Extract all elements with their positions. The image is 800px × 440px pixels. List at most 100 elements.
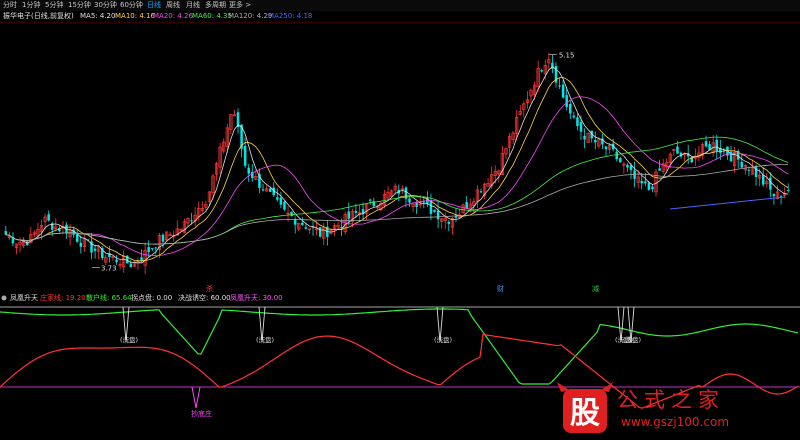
watermark-url: www.gszj100.com xyxy=(621,415,730,429)
ma-line-5 xyxy=(5,66,789,264)
candle-body xyxy=(147,247,150,252)
candle-body xyxy=(276,197,279,200)
wash-label-0: (洗盘) xyxy=(120,335,138,344)
candle-body xyxy=(579,122,583,132)
candle-body xyxy=(594,140,597,143)
candle-body xyxy=(4,231,8,235)
candle-body xyxy=(740,161,744,168)
price-chart[interactable]: 5.15 3.73 杀 财 减 xyxy=(0,22,800,293)
candle-body xyxy=(704,141,708,147)
period-tab-4[interactable]: 30分钟 xyxy=(94,1,117,10)
candle-body xyxy=(415,202,418,207)
candle-body xyxy=(754,166,758,177)
ma-line-120 xyxy=(5,163,789,245)
candle-body xyxy=(479,191,483,193)
wash-label-4: (洗盘) xyxy=(623,335,641,344)
candle-body xyxy=(268,188,272,192)
candle-body xyxy=(676,146,679,154)
period-tab-5[interactable]: 60分钟 xyxy=(120,1,143,10)
bottom-buy-spike xyxy=(191,386,201,409)
candle-body xyxy=(408,198,411,203)
low-price-label: 3.73 xyxy=(101,265,117,273)
indicator-value-4: 凤凰升天: 30.00 xyxy=(230,294,283,302)
candle-body xyxy=(151,248,154,250)
candle-body xyxy=(651,186,654,190)
candle-body xyxy=(565,95,568,107)
candle-body xyxy=(154,247,158,249)
ma-value-2: MA20: 4.26 xyxy=(153,12,193,20)
indicator-title: 凤凰升天 xyxy=(10,294,38,302)
ma-value-3: MA60: 4.35 xyxy=(192,12,232,20)
ma-value-0: MA5: 4.20 xyxy=(80,12,116,20)
ma-line-20 xyxy=(5,96,789,257)
candle-body xyxy=(47,214,50,221)
candle-body xyxy=(433,209,436,212)
ma-value-5: MA250: 4.18 xyxy=(268,12,313,20)
candle-body xyxy=(232,114,237,117)
event-marker-2: 减 xyxy=(592,284,599,293)
candle-body xyxy=(304,227,308,229)
ma-line-60 xyxy=(5,136,789,245)
retail-line xyxy=(0,308,799,385)
indicator-legend-bar: 凤凰升天 庄家线: 19.20 散户线: 65.64 拐点盘: 0.00 决战诱空: 6… xyxy=(0,293,800,304)
candle-body xyxy=(243,145,247,166)
candle-body xyxy=(747,169,751,171)
ma-line-10 xyxy=(5,77,789,262)
candle-body xyxy=(279,197,283,205)
candle-body xyxy=(261,189,265,191)
candle-body xyxy=(786,190,790,192)
candle-body xyxy=(576,117,579,127)
site-watermark: 股 公式之家 www.gszj100.com xyxy=(555,380,800,438)
period-tab-10[interactable]: 更多 > xyxy=(229,1,251,10)
candle-body xyxy=(626,164,629,168)
candle-body xyxy=(769,177,772,190)
period-tab-1[interactable]: 1分钟 xyxy=(22,1,40,10)
candle-body xyxy=(354,211,358,213)
period-tab-6[interactable]: 日线 xyxy=(147,1,161,10)
period-tab-3[interactable]: 15分钟 xyxy=(68,1,91,10)
event-marker-0: 杀 xyxy=(206,284,213,293)
candle-body xyxy=(318,227,322,237)
candle-body xyxy=(115,259,118,262)
candle-body xyxy=(540,70,543,72)
candle-body xyxy=(644,181,647,184)
candle-body xyxy=(93,248,97,251)
candle-body xyxy=(761,174,765,185)
candle-body xyxy=(558,85,561,87)
candle-body xyxy=(283,201,286,210)
candle-body xyxy=(647,182,651,190)
candle-body xyxy=(436,210,440,220)
candle-body xyxy=(604,146,608,150)
candle-body xyxy=(290,211,293,217)
candle-body xyxy=(301,222,304,225)
indicator-value-2: 拐点盘: 0.00 xyxy=(131,294,173,302)
candle-body xyxy=(715,139,719,152)
period-tab-2[interactable]: 5分钟 xyxy=(45,1,63,10)
candle-body xyxy=(447,221,451,224)
ma-value-4: MA120: 4.29 xyxy=(228,12,273,20)
candle-body xyxy=(190,220,193,222)
bottom-buy-label: 抄底庄 xyxy=(191,409,212,418)
candle-body xyxy=(583,135,586,140)
wash-label-2: (洗盘) xyxy=(434,335,452,344)
candle-body xyxy=(368,199,372,201)
candle-body xyxy=(140,257,143,261)
candle-body xyxy=(79,242,83,247)
candle-body xyxy=(572,115,576,118)
indicator-value-1: 散户线: 65.64 xyxy=(86,294,132,302)
ma-line-250 xyxy=(669,196,786,210)
candle-body xyxy=(161,234,165,242)
high-price-label: 5.15 xyxy=(559,52,575,60)
period-tab-8[interactable]: 月线 xyxy=(186,1,200,10)
event-marker-1: 财 xyxy=(497,284,504,293)
gu-logo-char: 股 xyxy=(570,396,600,431)
candle-body xyxy=(465,202,468,209)
period-tab-7[interactable]: 周线 xyxy=(166,1,180,10)
candle-body xyxy=(129,263,133,268)
period-tab-9[interactable]: 多周期 xyxy=(205,1,226,10)
period-tab-0[interactable]: 分时 xyxy=(3,1,17,10)
stock-title: 振华电子(日线,前复权) xyxy=(3,12,74,20)
indicator-value-3: 决战诱空: 60.00 xyxy=(178,294,231,302)
candle-body xyxy=(347,211,351,219)
candle-body xyxy=(640,180,643,184)
